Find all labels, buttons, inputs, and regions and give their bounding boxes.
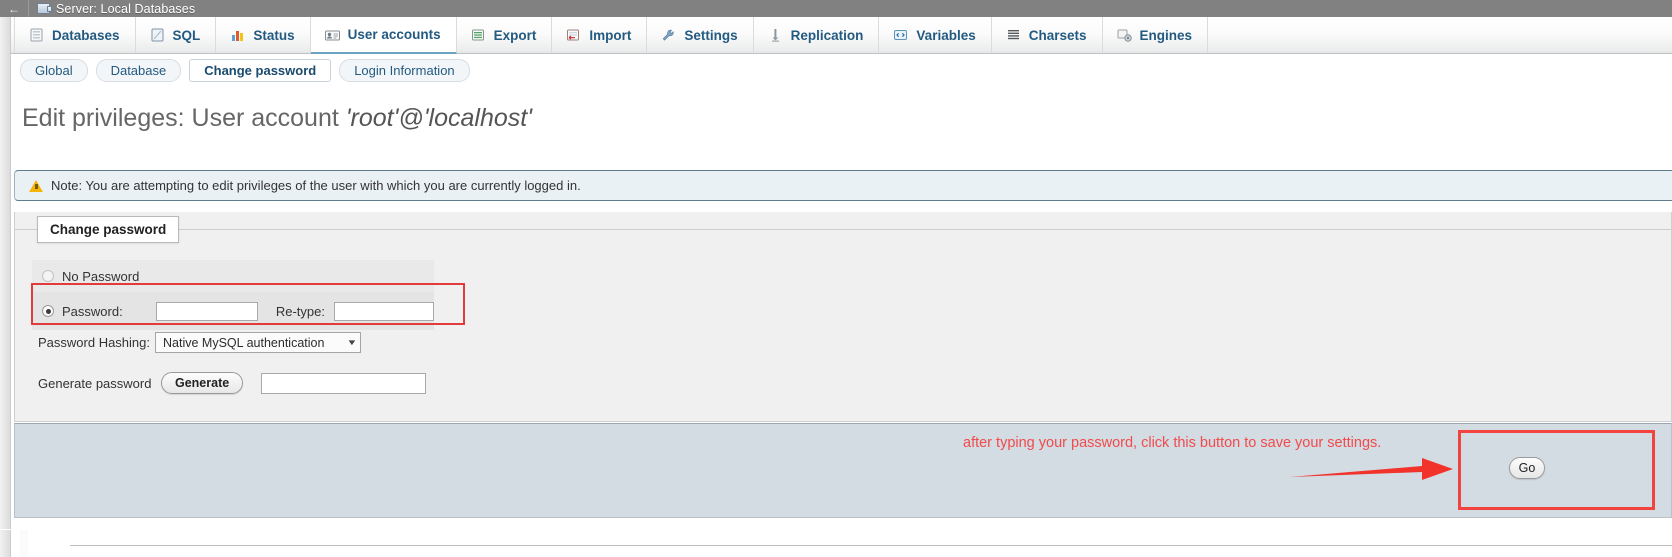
tab-label: SQL: [172, 27, 201, 43]
window-title: Server: Local Databases: [56, 1, 196, 16]
tab-import[interactable]: Import: [552, 17, 648, 53]
titlebar-divider: [28, 0, 29, 17]
tab-engines[interactable]: Engines: [1103, 17, 1209, 53]
subtab-database[interactable]: Database: [95, 59, 182, 82]
right-arrow-icon: [1290, 458, 1453, 480]
warning-triangle-icon: [29, 179, 43, 192]
note-text: Note: You are attempting to edit privile…: [51, 178, 581, 193]
note-banner: Note: You are attempting to edit privile…: [14, 170, 1672, 201]
go-button-highlight: [1458, 430, 1655, 510]
wrench-icon: [660, 27, 677, 43]
tab-label: Engines: [1139, 27, 1193, 43]
go-button[interactable]: Go: [1509, 457, 1545, 479]
page-title-prefix: Edit privileges: User account: [22, 104, 346, 132]
page-title-account: 'root'@'localhost': [345, 104, 532, 132]
database-icon: [28, 27, 45, 43]
subtab-login-information[interactable]: Login Information: [339, 59, 470, 82]
tab-variables[interactable]: Variables: [879, 17, 992, 53]
tab-label: Status: [253, 27, 295, 43]
tab-label: Settings: [684, 27, 738, 43]
bottom-rule: [70, 545, 1672, 546]
phpmyadmin-window: ← Server: Local Databases Databases SQL …: [0, 0, 1672, 557]
tab-user-accounts[interactable]: User accounts: [310, 17, 457, 54]
chevron-down-icon: ▼: [346, 338, 358, 347]
left-bottom-filler: [20, 529, 28, 557]
password-hashing-value: Native MySQL authentication: [163, 335, 325, 350]
generated-password-input[interactable]: [261, 372, 427, 394]
tab-label: User accounts: [347, 27, 441, 42]
no-password-radio[interactable]: [42, 270, 54, 282]
fieldset-legend: Change password: [37, 216, 180, 243]
window-titlebar: ← Server: Local Databases: [0, 0, 1672, 17]
tab-label: Export: [493, 27, 537, 43]
no-password-label: No Password: [62, 268, 140, 284]
tab-settings[interactable]: Settings: [647, 17, 754, 53]
user-card-icon: [324, 27, 341, 43]
page-title: Edit privileges: User account 'root'@'lo…: [22, 104, 532, 133]
fieldset-top-rule: [14, 229, 1672, 230]
footer-divider: [0, 529, 1672, 530]
password-hashing-row: Password Hashing: Native MySQL authentic…: [38, 332, 361, 353]
left-scroll-rail[interactable]: [0, 17, 11, 557]
password-row-highlight: [31, 283, 465, 325]
subtab-global[interactable]: Global: [20, 59, 88, 82]
subtab-change-password[interactable]: Change password: [189, 59, 332, 82]
password-hashing-label: Password Hashing:: [38, 335, 150, 350]
tab-export[interactable]: Export: [457, 17, 553, 53]
back-arrow-icon[interactable]: ←: [0, 0, 28, 17]
generate-password-label: Generate password: [38, 375, 152, 391]
main-tab-bar: Databases SQL Status User accounts Expor: [0, 17, 1672, 54]
engines-icon: [1116, 27, 1133, 43]
sql-icon: [149, 27, 166, 43]
annotation-text: after typing your password, click this b…: [963, 435, 1382, 451]
tab-label: Import: [589, 27, 632, 43]
tab-databases[interactable]: Databases: [14, 17, 136, 53]
tab-label: Replication: [790, 27, 864, 43]
server-icon: [37, 3, 52, 14]
generate-password-row: Generate password Generate: [38, 372, 427, 394]
tab-label: Variables: [916, 27, 976, 43]
tab-label: Charsets: [1028, 27, 1087, 43]
tab-sql[interactable]: SQL: [136, 17, 217, 53]
export-icon: [470, 27, 487, 43]
variables-icon: [892, 27, 909, 43]
password-hashing-select[interactable]: Native MySQL authentication ▼: [155, 332, 361, 353]
status-chart-icon: [229, 27, 246, 43]
charsets-icon: [1005, 27, 1022, 43]
replication-icon: [767, 27, 784, 43]
tab-replication[interactable]: Replication: [754, 17, 880, 53]
tab-charsets[interactable]: Charsets: [992, 17, 1103, 53]
sub-tab-bar: Global Database Change password Login In…: [0, 54, 1672, 87]
import-icon: [565, 27, 582, 43]
tab-status[interactable]: Status: [216, 17, 311, 53]
generate-button[interactable]: Generate: [161, 372, 244, 394]
tab-label: Databases: [52, 27, 120, 43]
